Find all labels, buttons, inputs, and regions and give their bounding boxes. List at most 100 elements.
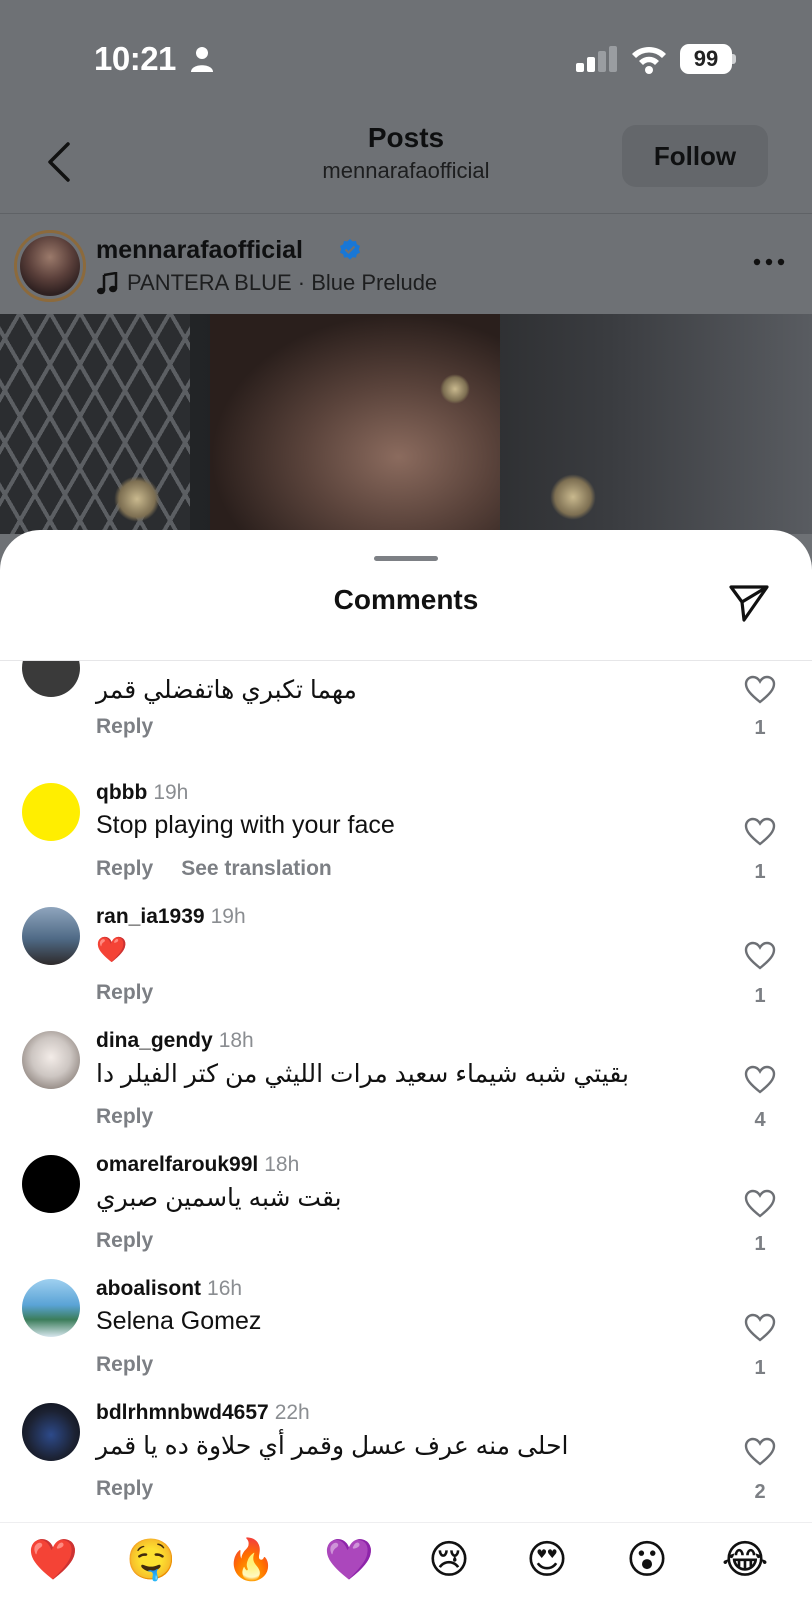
reply-button[interactable]: Reply xyxy=(96,1229,153,1252)
like-heart-icon[interactable] xyxy=(744,941,776,971)
comments-title: Comments xyxy=(333,584,479,615)
sheet-grabber[interactable] xyxy=(374,556,438,561)
post-author-username[interactable]: mennarafaofficial xyxy=(96,236,303,265)
like-count: 1 xyxy=(754,717,766,739)
photo-subject xyxy=(210,314,500,534)
comment-actions: Reply xyxy=(96,1229,181,1253)
comment-row: dina_gendy 18h بقيتي شبه شيماء سعيد مرات … xyxy=(0,1029,812,1153)
post-author-avatar[interactable] xyxy=(14,230,86,302)
comment-time: 22h xyxy=(274,1401,310,1424)
comment-username[interactable]: omarelfarouk99l xyxy=(96,1153,258,1176)
battery-level: 99 xyxy=(680,44,732,74)
status-bar: 10:21 99 xyxy=(0,0,812,110)
comment-header: omarelfarouk99l 18h xyxy=(96,1153,299,1177)
post-header: mennarafaofficial PANTERA BLUE · Blue Pr… xyxy=(0,214,812,314)
reaction-fire[interactable]: 🔥 xyxy=(224,1533,278,1587)
follow-button[interactable]: Follow xyxy=(622,125,768,187)
post-photo[interactable] xyxy=(0,314,812,534)
more-options-icon[interactable] xyxy=(752,256,786,268)
comment-username[interactable]: aboalisont xyxy=(96,1277,201,1300)
comment-header: ran_ia1939 19h xyxy=(96,905,246,929)
reply-button[interactable]: Reply xyxy=(96,857,153,880)
reply-button[interactable]: Reply xyxy=(96,1477,153,1500)
reaction-surprised[interactable]: 😮 xyxy=(620,1533,674,1587)
like-heart-icon[interactable] xyxy=(744,1437,776,1467)
comment-row: omarelfarouk99l 18h بقت شبه ياسمين صبري R… xyxy=(0,1153,812,1277)
comment-header: qbbb 19h xyxy=(96,781,188,805)
comment-username[interactable]: qbbb xyxy=(96,781,147,804)
comment-username[interactable]: ran_ia1939 xyxy=(96,905,205,928)
comment-text: مهما تكبري هاتفضلي قمر xyxy=(96,676,357,704)
post-music-track[interactable]: PANTERA BLUE · Blue Prelude xyxy=(127,270,437,296)
reaction-heart-eyes[interactable]: 😍 xyxy=(520,1533,574,1587)
comment-header: aboalisont 16h xyxy=(96,1277,242,1301)
comment-actions: Reply xyxy=(96,715,181,739)
comment-actions: Reply xyxy=(96,1105,181,1129)
like-heart-icon[interactable] xyxy=(744,675,776,705)
person-icon xyxy=(191,47,213,72)
comment-text: Selena Gomez xyxy=(96,1307,262,1335)
comment-text: Stop playing with your face xyxy=(96,811,395,839)
battery-tip xyxy=(732,54,736,64)
status-time: 10:21 xyxy=(94,40,176,77)
comment-header: bdlrhmnbwd4657 22h xyxy=(96,1401,310,1425)
comment-time: 19h xyxy=(153,781,189,804)
reply-button[interactable]: Reply xyxy=(96,715,153,738)
reply-button[interactable]: Reply xyxy=(96,1105,153,1128)
reply-button[interactable]: Reply xyxy=(96,1353,153,1376)
like-count: 4 xyxy=(754,1109,766,1131)
wifi-icon xyxy=(632,46,666,74)
comment-time: 16h xyxy=(207,1277,243,1300)
see-translation-button[interactable]: See translation xyxy=(181,857,332,880)
like-count: 2 xyxy=(754,1481,766,1503)
comment-avatar[interactable] xyxy=(22,783,80,841)
comment-actions: Reply xyxy=(96,1477,181,1501)
comment-text: بقيتي شبه شيماء سعيد مرات الليثي من كتر … xyxy=(96,1060,629,1088)
comments-sheet: Comments مهما تكبري هاتفضلي قمر Reply 1 … xyxy=(0,530,812,1600)
comment-text: احلى منه عرف عسل وقمر أي حلاوة ده يا قمر xyxy=(96,1432,569,1460)
like-heart-icon[interactable] xyxy=(744,817,776,847)
like-count: 1 xyxy=(754,861,766,883)
comment-avatar[interactable] xyxy=(22,1403,80,1461)
comment-time: 18h xyxy=(264,1153,300,1176)
top-nav: Posts mennarafaofficial Follow xyxy=(0,110,812,214)
music-note-icon xyxy=(97,272,118,295)
reaction-heart[interactable]: ❤️ xyxy=(26,1533,80,1587)
verified-badge-icon xyxy=(340,239,360,260)
like-heart-icon[interactable] xyxy=(744,1065,776,1095)
comment-username[interactable]: dina_gendy xyxy=(96,1029,213,1052)
like-heart-icon[interactable] xyxy=(744,1189,776,1219)
comment-text: ❤️ xyxy=(96,935,128,964)
reaction-crying[interactable]: 😢 xyxy=(422,1533,476,1587)
share-send-icon[interactable] xyxy=(728,582,770,624)
comment-avatar[interactable] xyxy=(22,1155,80,1213)
reply-button[interactable]: Reply xyxy=(96,981,153,1004)
comment-avatar[interactable] xyxy=(22,907,80,965)
like-heart-icon[interactable] xyxy=(744,1313,776,1343)
comment-actions: Reply xyxy=(96,981,181,1005)
photo-background-lattice xyxy=(0,314,190,534)
comment-avatar[interactable] xyxy=(22,1279,80,1337)
comment-actions: Reply xyxy=(96,1353,181,1377)
like-count: 1 xyxy=(754,1233,766,1255)
quick-reaction-bar: ❤️ 🤤 🔥 💜 😢 😍 😮 😂 xyxy=(0,1522,812,1600)
reaction-laughing[interactable]: 😂 xyxy=(718,1533,772,1587)
comment-username[interactable]: bdlrhmnbwd4657 xyxy=(96,1401,269,1424)
comment-row: ran_ia1939 19h ❤️ Reply 1 xyxy=(0,905,812,1029)
comment-text: بقت شبه ياسمين صبري xyxy=(96,1184,342,1212)
comment-avatar[interactable] xyxy=(22,661,80,697)
comment-actions: Reply See translation xyxy=(96,857,360,881)
cellular-signal-icon xyxy=(576,46,617,72)
comment-header: dina_gendy 18h xyxy=(96,1029,254,1053)
comment-row: qbbb 19h Stop playing with your face Repl… xyxy=(0,781,812,905)
comment-row: aboalisont 16h Selena Gomez Reply 1 xyxy=(0,1277,812,1401)
reaction-purple-heart[interactable]: 💜 xyxy=(322,1533,376,1587)
reaction-drooling[interactable]: 🤤 xyxy=(124,1533,178,1587)
comment-avatar[interactable] xyxy=(22,1031,80,1089)
comment-time: 18h xyxy=(218,1029,254,1052)
comment-row: bdlrhmnbwd4657 22h احلى منه عرف عسل وقمر … xyxy=(0,1401,812,1525)
comments-list: مهما تكبري هاتفضلي قمر Reply 1 qbbb 19h S… xyxy=(0,661,812,1531)
battery-indicator: 99 xyxy=(680,44,736,74)
like-count: 1 xyxy=(754,985,766,1007)
comment-row: مهما تكبري هاتفضلي قمر Reply 1 xyxy=(0,661,812,783)
